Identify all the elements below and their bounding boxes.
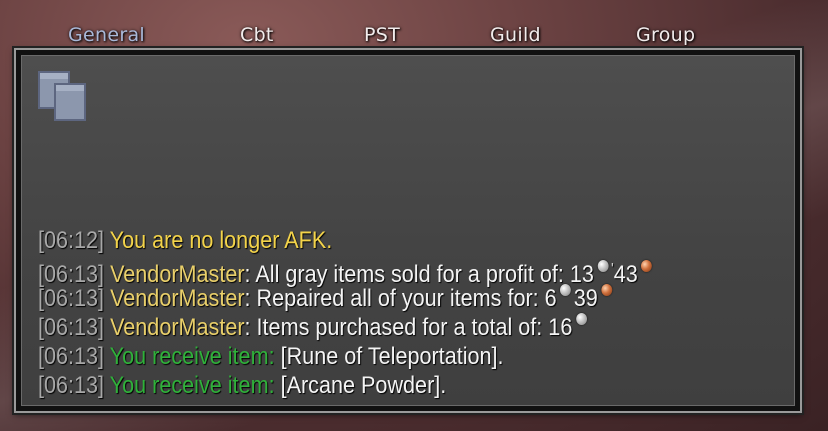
copper-coin-icon [641,260,653,272]
tab-cbt[interactable]: Cbt [240,20,274,50]
chat-tab-bar: General Cbt PST Guild Group [0,20,828,50]
silver-coin-icon [597,260,609,272]
vendor-speaker: VendorMaster [110,314,245,341]
chat-line: [06:13] VendorMaster: Repaired all of yo… [38,284,731,313]
tab-guild[interactable]: Guild [490,20,541,50]
item-link[interactable]: [Arcane Powder] [281,372,441,399]
tab-pst[interactable]: PST [364,20,400,50]
timestamp: [06:13] [38,343,105,370]
silver-coin-icon [560,284,572,296]
vendor-speaker: VendorMaster [110,285,245,312]
loot-prefix: You receive item: [109,372,275,399]
system-message: You are no longer AFK. [109,227,333,254]
period: . [497,343,504,370]
vendor-message: Items purchased for a total of: 16 [256,314,573,341]
vendor-message: Repaired all of your items for: 6 [256,285,557,312]
period: . [440,372,447,399]
timestamp: [06:13] [38,285,105,312]
tab-general[interactable]: General [68,20,145,50]
chat-line: [06:13] You receive item: [Arcane Powder… [38,371,731,400]
item-link[interactable]: [Rune of Teleportation] [281,343,498,370]
timestamp: [06:12] [38,227,105,254]
timestamp: [06:13] [38,314,105,341]
tab-group[interactable]: Group [636,20,695,50]
copper-amount: 39 [573,285,598,312]
copper-coin-icon [601,284,613,296]
copper-amount: 43 [613,261,638,288]
chat-line: [06:13] VendorMaster: All gray items sol… [38,255,731,288]
loot-prefix: You receive item: [109,343,275,370]
timestamp: [06:13] [38,372,105,399]
copy-icon[interactable] [36,69,90,123]
chat-line: [06:13] You receive item: [Rune of Telep… [38,342,731,371]
chat-line: [06:13] VendorMaster: Items purchased fo… [38,313,731,342]
chat-line: [06:12] You are no longer AFK. [38,226,731,255]
silver-coin-icon [575,313,587,325]
chat-log: [06:12] You are no longer AFK. [06:13] V… [38,226,731,400]
chat-frame: [06:12] You are no longer AFK. [06:13] V… [14,48,802,413]
chat-frame-inner[interactable]: [06:12] You are no longer AFK. [06:13] V… [21,55,795,406]
